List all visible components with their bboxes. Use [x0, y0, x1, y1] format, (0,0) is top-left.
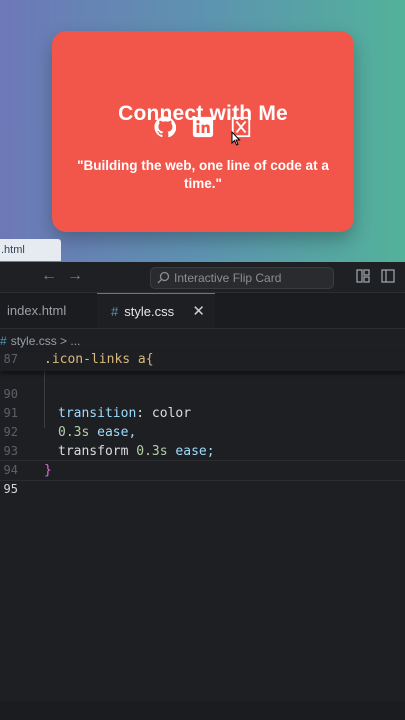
title-bar: ← → Interactive Flip Card: [0, 262, 405, 293]
line-number: 95: [3, 482, 18, 496]
card-quote: "Building the web, one line of code at a…: [77, 158, 329, 191]
command-center-search[interactable]: Interactive Flip Card: [150, 267, 334, 289]
sticky-scroll-line[interactable]: 87 .icon-links a{: [0, 352, 405, 371]
icon-links: [52, 115, 354, 141]
code-line[interactable]: 94: [0, 442, 405, 477]
code-line[interactable]: 92 transform 0.3s ease;: [0, 404, 405, 459]
code-line[interactable]: 93 }: [0, 423, 405, 478]
tab-label: style.css: [124, 304, 175, 319]
code-line-current[interactable]: 95: [0, 461, 405, 496]
status-bar: [0, 702, 405, 720]
code-line[interactable]: 91 0.3s ease,: [0, 385, 405, 440]
editor-tabs: index.html # style.css ✕: [0, 293, 405, 329]
browser-preview: Connect with Me "Building the web, one l…: [0, 0, 405, 262]
css-file-icon: #: [111, 304, 119, 319]
flip-card[interactable]: Connect with Me "Building the web, one l…: [52, 31, 354, 232]
breadcrumb-file[interactable]: style.css: [11, 334, 57, 348]
code-text: .icon-links a{: [44, 352, 154, 367]
breadcrumb-trail[interactable]: > ...: [60, 334, 80, 348]
linkedin-icon[interactable]: [191, 115, 215, 139]
forward-arrow-icon[interactable]: →: [67, 267, 83, 285]
breadcrumb: # style.css > ...: [0, 330, 405, 352]
command-center-label: Interactive Flip Card: [174, 271, 282, 285]
mouse-cursor-icon: [231, 131, 241, 146]
tab-style-css[interactable]: # style.css ✕: [97, 293, 215, 328]
close-tab-icon[interactable]: ✕: [192, 294, 205, 329]
code-editor[interactable]: 87 .icon-links a{ 90 transition: color 9…: [0, 352, 405, 692]
tab-label: index.html: [7, 303, 67, 318]
back-arrow-icon[interactable]: ←: [41, 267, 57, 285]
layout-icon[interactable]: [356, 269, 370, 283]
line-number: 87: [3, 352, 18, 366]
css-file-icon: #: [0, 334, 7, 348]
tab-index-html[interactable]: index.html: [0, 293, 103, 328]
github-icon[interactable]: [153, 115, 177, 139]
toggle-sidebar-icon[interactable]: [381, 269, 395, 283]
search-icon: [157, 271, 170, 284]
file-pill[interactable]: .html: [0, 239, 61, 261]
